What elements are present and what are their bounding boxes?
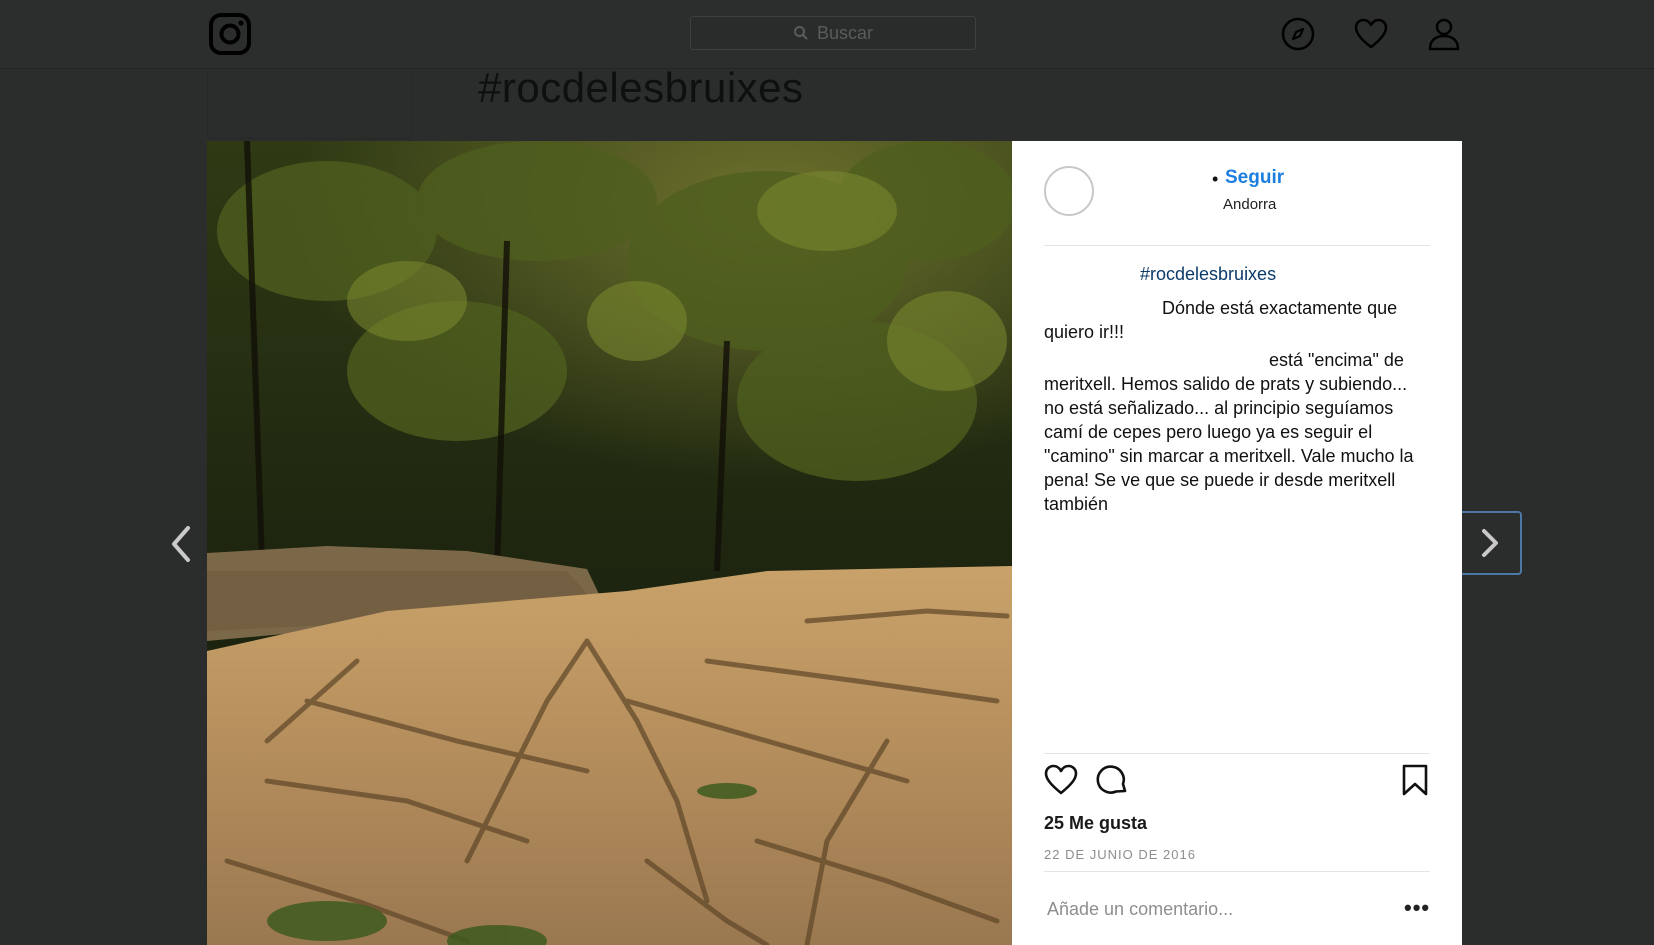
background-hashtag-title: #rocdelesbruixes xyxy=(478,64,804,111)
caption-hashtag-link[interactable]: #rocdelesbruixes xyxy=(1140,264,1276,285)
actions-divider xyxy=(1044,753,1430,754)
next-button[interactable] xyxy=(1462,511,1522,575)
avatar[interactable] xyxy=(1044,166,1094,216)
search-placeholder: Buscar xyxy=(816,22,874,43)
instagram-logo-icon[interactable] xyxy=(208,12,252,56)
bookmark-icon[interactable] xyxy=(1398,763,1432,797)
search-icon xyxy=(793,26,808,40)
comment-input[interactable]: Añade un comentario... xyxy=(1047,899,1233,920)
comment-bubble-icon[interactable] xyxy=(1095,763,1129,797)
post-date: 22 DE JUNIO DE 2016 xyxy=(1044,847,1196,862)
previous-arrow-icon[interactable] xyxy=(166,524,196,564)
compass-icon[interactable] xyxy=(1280,16,1316,52)
post-detail-panel: • Seguir Andorra #rocdelesbruixes Dónde … xyxy=(1012,141,1462,945)
post-photo xyxy=(207,141,1012,945)
likes-count[interactable]: 25 Me gusta xyxy=(1044,813,1147,834)
more-options-icon[interactable]: ••• xyxy=(1404,895,1430,921)
comment-divider xyxy=(1044,871,1430,872)
caption-body: está "encima" de meritxell. Hemos salido… xyxy=(1044,350,1414,514)
background-profile-frame xyxy=(207,68,413,139)
separator-dot: • xyxy=(1212,169,1219,189)
caption-line1: Dónde está exactamente que quiero ir!!! xyxy=(1044,298,1398,342)
rock-forest-photo xyxy=(207,141,1012,945)
location-link[interactable]: Andorra xyxy=(1223,196,1276,213)
user-icon[interactable] xyxy=(1426,16,1462,52)
next-arrow-icon xyxy=(1482,529,1498,557)
like-heart-icon[interactable] xyxy=(1044,763,1078,797)
search-input[interactable]: Buscar xyxy=(690,16,976,50)
heart-icon[interactable] xyxy=(1353,16,1389,52)
follow-button[interactable]: Seguir xyxy=(1225,167,1284,189)
header-divider xyxy=(1044,245,1430,246)
top-nav-bar: Buscar xyxy=(0,0,1654,69)
